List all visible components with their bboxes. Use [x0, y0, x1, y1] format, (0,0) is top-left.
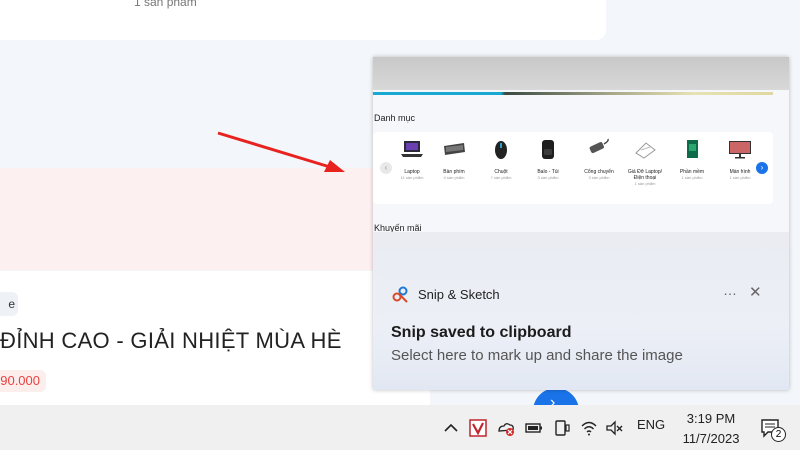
snip-preview-image[interactable]: Danh mục ‹ Laptop 11 sản phẩm Bàn phím 4…	[373, 90, 789, 233]
category-item: Laptop 11 sản phẩm	[390, 138, 434, 181]
category-count: 7 sản phẩm	[490, 175, 512, 180]
category-item: Bàn phím 4 sản phẩm	[432, 138, 476, 181]
category-item: Giá Đỡ Laptop/Điện thoại 1 sản phẩm	[623, 138, 667, 187]
camera-icon[interactable]	[552, 418, 572, 438]
category-item: Phần mềm 1 sản phẩm	[670, 138, 714, 181]
wifi-icon[interactable]	[579, 418, 599, 438]
category-item: Balo - Túi 3 sản phẩm	[526, 138, 570, 181]
antivirus-icon[interactable]	[468, 418, 488, 438]
software-icon	[687, 140, 698, 158]
category-item: Cổng chuyển 3 sản phẩm	[577, 138, 621, 181]
preview-banner-strip	[373, 92, 773, 95]
onedrive-error-icon[interactable]	[496, 418, 516, 438]
laptop-icon	[401, 141, 423, 157]
clock-time: 3:19 PM	[686, 411, 736, 426]
preview-category-card: ‹ Laptop 11 sản phẩm Bàn phím 4 sản phẩm…	[373, 132, 773, 204]
notification-count-badge: 2	[771, 427, 786, 442]
stand-icon	[635, 142, 656, 159]
battery-icon[interactable]	[524, 418, 544, 438]
keyboard-icon	[444, 143, 465, 155]
snip-notification[interactable]: Danh mục ‹ Laptop 11 sản phẩm Bàn phím 4…	[373, 57, 789, 390]
category-count: 1 sản phẩm	[681, 175, 703, 180]
close-icon[interactable]: ✕	[749, 283, 762, 301]
snip-preview-header	[373, 57, 789, 90]
toast-app-name: Snip & Sketch	[418, 287, 500, 302]
volume-muted-icon[interactable]	[605, 418, 625, 438]
category-count: 1 sản phẩm	[634, 181, 656, 186]
clock[interactable]: 3:19 PM 11/7/2023	[676, 409, 746, 449]
category-count: 4 sản phẩm	[443, 175, 465, 180]
more-options-icon[interactable]: …	[723, 282, 738, 298]
language-indicator[interactable]: ENG	[637, 417, 665, 432]
monitor-icon	[729, 141, 751, 159]
backpack-icon	[542, 140, 554, 159]
usb-hub-icon	[589, 138, 609, 154]
category-count: 3 sản phẩm	[537, 175, 559, 180]
snip-sketch-app-icon	[392, 286, 408, 303]
toast-body[interactable]: Snip & Sketch … ✕ Snip saved to clipboar…	[373, 232, 789, 390]
toast-message: Select here to mark up and share the ima…	[391, 347, 683, 364]
taskbar: ENG 3:19 PM 11/7/2023 2	[0, 405, 800, 450]
category-item: Màn hình 1 sản phẩm	[718, 138, 762, 181]
category-name: Giá Đỡ Laptop/Điện thoại	[627, 169, 663, 181]
category-item: Chuột 7 sản phẩm	[479, 138, 523, 181]
clock-date: 11/7/2023	[682, 431, 740, 446]
category-count: 1 sản phẩm	[729, 175, 751, 180]
chevron-right-icon: ›	[756, 162, 768, 174]
mouse-icon	[495, 141, 507, 159]
preview-category-heading: Danh mục	[374, 113, 416, 123]
category-count: 3 sản phẩm	[588, 175, 610, 180]
chevron-up-icon[interactable]	[441, 418, 461, 438]
toast-title: Snip saved to clipboard	[391, 324, 572, 341]
notification-center-button[interactable]: 2	[760, 417, 786, 442]
category-count: 11 sản phẩm	[400, 175, 424, 180]
